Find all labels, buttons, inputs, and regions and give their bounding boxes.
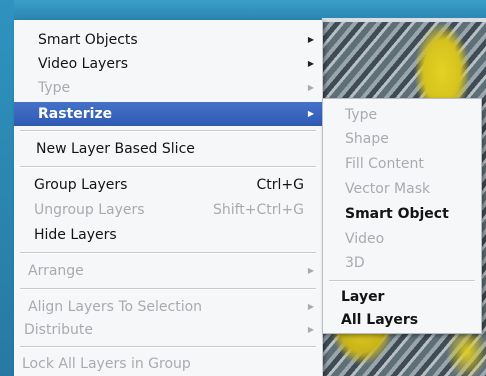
menu-separator [20,346,316,348]
menu-item-distribute: Distribute ▶ [14,318,322,342]
menu-separator [20,166,316,168]
submenu-item-smart-object[interactable]: Smart Object [323,202,481,226]
menu-item-label: Ungroup Layers [34,202,145,218]
menu-item-smart-objects[interactable]: Smart Objects ▶ [14,28,322,52]
menu-item-shortcut: Ctrl+G [256,177,305,193]
triangle-right-icon: ▶ [307,35,314,44]
triangle-right-icon: ▶ [307,325,314,334]
submenu-item-fill-content: Fill Content [323,152,481,176]
menu-item-label: Group Layers [34,177,128,193]
submenu-item-type: Type [323,103,481,127]
desktop-top-edge [0,0,486,20]
desktop-left-edge [0,0,14,376]
menu-item-type: Type ▶ [14,76,322,100]
submenu-item-label: Type [345,107,378,123]
menu-item-label: Rasterize [38,106,113,122]
rasterize-submenu: Type Shape Fill Content Vector Mask Smar… [322,98,482,334]
menu-item-label: Lock All Layers in Group [22,356,191,372]
menu-separator [20,252,316,254]
triangle-right-icon: ▶ [307,83,314,92]
submenu-separator [329,280,475,282]
submenu-item-label: Shape [345,131,389,147]
submenu-item-label: Smart Object [345,206,449,222]
menu-item-label: Align Layers To Selection [28,299,203,315]
menu-item-new-layer-based-slice[interactable]: New Layer Based Slice [14,137,322,161]
submenu-item-label: 3D [345,255,365,271]
submenu-item-all-layers[interactable]: All Layers [323,308,481,332]
submenu-item-vector-mask: Vector Mask [323,177,481,201]
submenu-item-label: Video [345,231,385,247]
submenu-item-video: Video [323,227,481,251]
submenu-item-label: Layer [341,289,385,305]
menu-item-group-layers[interactable]: Group Layers Ctrl+G [14,173,322,197]
triangle-right-icon: ▶ [307,59,314,68]
menu-item-label: Hide Layers [34,227,117,243]
menu-item-label: Smart Objects [38,32,138,48]
menu-item-arrange: Arrange ▶ [14,259,322,283]
submenu-item-layer[interactable]: Layer [323,285,481,309]
menu-item-video-layers[interactable]: Video Layers ▶ [14,52,322,76]
menu-separator [20,288,316,290]
menu-separator [20,130,316,132]
submenu-item-shape: Shape [323,127,481,151]
submenu-item-3d: 3D [323,251,481,275]
menu-item-label: Video Layers [38,56,129,72]
menu-item-rasterize[interactable]: Rasterize ▶ [14,102,322,126]
layer-context-menu: Smart Objects ▶ Video Layers ▶ Type ▶ Ra… [14,20,323,376]
triangle-right-icon: ▶ [307,266,314,275]
menu-item-label: Distribute [24,322,93,338]
menu-item-hide-layers[interactable]: Hide Layers [14,223,322,247]
menu-item-label: New Layer Based Slice [36,141,195,157]
triangle-right-icon: ▶ [307,302,314,311]
menu-item-shortcut: Shift+Ctrl+G [212,202,304,218]
submenu-item-label: Fill Content [345,156,424,172]
submenu-item-label: All Layers [341,312,419,328]
menu-item-lock-all-layers-in-group: Lock All Layers in Group [14,352,322,376]
menu-item-align-layers-to-selection: Align Layers To Selection ▶ [14,295,322,319]
submenu-item-label: Vector Mask [345,181,431,197]
menu-item-ungroup-layers: Ungroup Layers Shift+Ctrl+G [14,198,322,222]
menu-item-label: Type [38,80,71,96]
menu-item-label: Arrange [28,263,84,279]
triangle-right-icon: ▶ [307,109,314,118]
